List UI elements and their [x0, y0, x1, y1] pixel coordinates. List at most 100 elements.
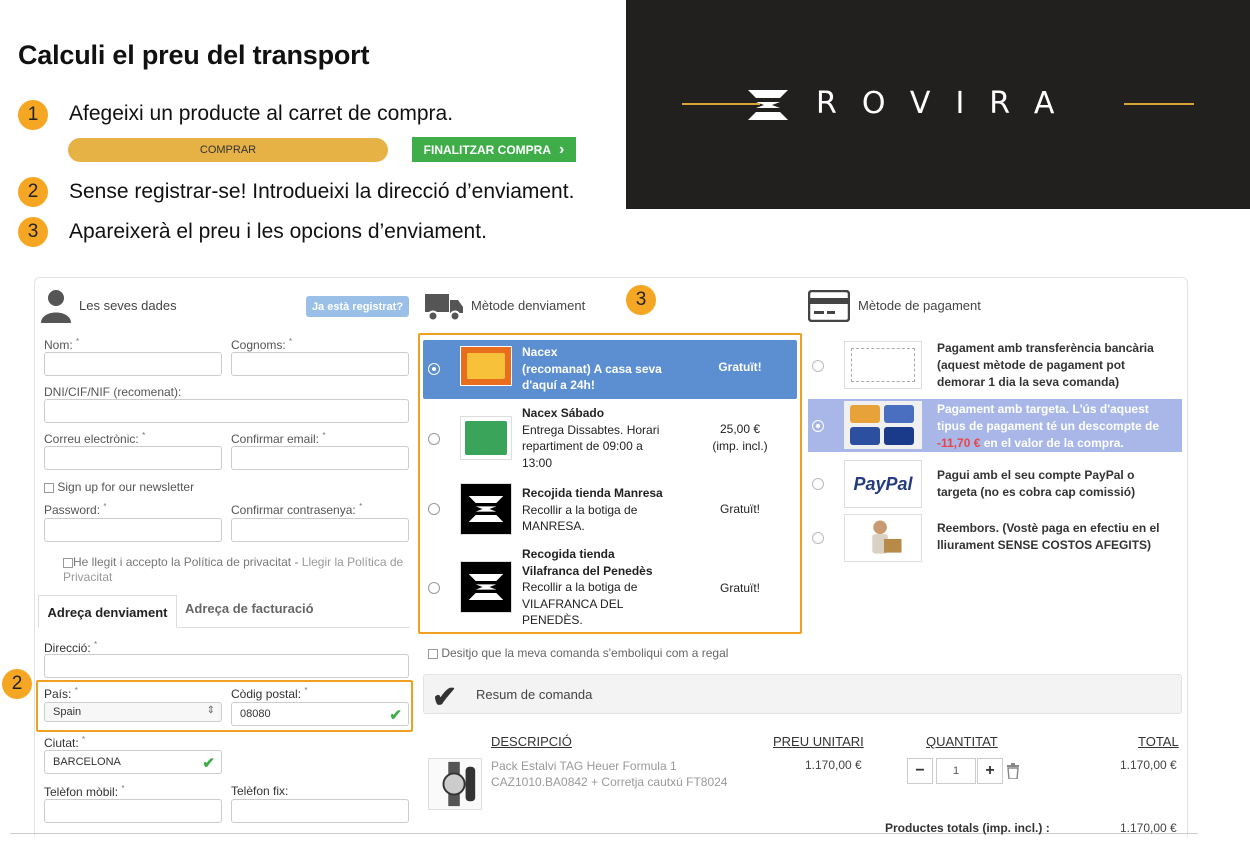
rovira-logo [460, 561, 512, 613]
quantity-decrease-button[interactable]: − [907, 758, 933, 784]
fix-label: Telèfon fix: [231, 784, 289, 798]
order-summary-title: Resum de comanda [476, 687, 593, 702]
product-description: Pack Estalvi TAG Heuer Formula 1 CAZ1010… [491, 759, 728, 789]
shipping-option-manresa[interactable]: Recojida tienda Manresa Recollir a la bo… [423, 481, 797, 537]
direccio-input[interactable] [44, 654, 409, 678]
shipping-name: Nacex Sábado [522, 406, 605, 420]
payment-option-transfer[interactable]: Pagament amb transferència bancària (aqu… [808, 338, 1182, 394]
bank-transfer-icon [844, 341, 922, 389]
shipping-price: 25,00 € (imp. incl.) [712, 422, 768, 453]
rovira-logo-icon [468, 574, 504, 600]
payment-radio[interactable] [812, 532, 824, 544]
products-total-value: 1.170,00 € [1120, 821, 1177, 835]
quantity-increase-button[interactable]: + [977, 758, 1003, 784]
user-icon [41, 290, 71, 323]
password-label: Password: * [44, 502, 107, 517]
discount-amount: -11,70 € [937, 436, 981, 450]
personal-data-header: Les seves dades [79, 298, 177, 313]
tab-divider [178, 627, 410, 628]
shipping-radio[interactable] [428, 363, 440, 375]
newsletter-row: Sign up for our newsletter [44, 480, 194, 494]
page-title: Calculi el preu del transport [18, 40, 370, 70]
password-input[interactable] [44, 518, 222, 542]
shipping-price: Gratuït! [719, 581, 760, 595]
payment-option-paypal[interactable]: PayPal Pagui amb el seu compte PayPal o … [808, 459, 1182, 509]
shipping-method-header: Mètode denviament [471, 298, 586, 313]
step-1-badge: 1 [18, 100, 48, 130]
shipping-option-nacex[interactable]: Nacex (recomanat) A casa seva d'aquí a 2… [423, 340, 797, 399]
step-3-text: Apareixerà el preu i les opcions d’envia… [69, 220, 487, 243]
email-label: Correu electrònic: * [44, 431, 146, 446]
pais-label: País: * [44, 686, 78, 701]
tab-billing-address[interactable]: Adreça de facturació [185, 601, 314, 616]
shipping-option-nacex-sabado[interactable]: Nacex Sábado Entrega Dissabtes. Horari r… [423, 403, 797, 473]
shipping-radio[interactable] [428, 582, 440, 594]
shipping-price: Gratuït! [718, 360, 762, 374]
col-quantity: QUANTITAT [926, 734, 998, 749]
nom-input[interactable] [44, 352, 222, 376]
select-arrows-icon: ⇕ [206, 705, 215, 716]
unit-price: 1.170,00 € [805, 758, 862, 772]
rovira-logo-icon [748, 90, 788, 120]
products-total-label: Productes totals (imp. incl.) : [885, 821, 1050, 835]
confirm-password-input[interactable] [231, 518, 409, 542]
valid-check-icon: ✔ [389, 707, 402, 724]
shipping-name: Recogida tienda [522, 547, 615, 561]
privacy-checkbox[interactable] [63, 557, 73, 568]
dni-input[interactable] [44, 399, 409, 423]
rovira-logo [460, 483, 512, 535]
quantity-input[interactable]: 1 [936, 758, 976, 784]
email-input[interactable] [44, 446, 222, 470]
already-registered-button[interactable]: Ja està registrat? [306, 296, 409, 317]
finalitzar-compra-label: FINALITZAR COMPRA [423, 142, 551, 157]
annotation-2-badge: 2 [2, 669, 32, 699]
direccio-label: Direcció: * [44, 640, 98, 655]
shipping-name: Recojida tienda Manresa [522, 486, 663, 500]
col-description: DESCRIPCIÓ [491, 734, 572, 749]
nacex-saturday-logo [460, 416, 512, 460]
mobil-input[interactable] [44, 799, 222, 823]
payment-radio[interactable] [812, 420, 824, 432]
confirm-password-label: Confirmar contrasenya: * [231, 502, 363, 517]
payment-option-card[interactable]: Pagament amb targeta. L'ús d'aquest tipu… [808, 399, 1182, 452]
gift-wrap-checkbox[interactable] [428, 648, 438, 659]
tab-shipping-address[interactable]: Adreça denviament [38, 595, 177, 628]
product-image[interactable] [428, 758, 482, 810]
line-total: 1.170,00 € [1120, 758, 1177, 772]
privacy-row: He llegit i accepto la Política de priva… [63, 555, 404, 584]
payment-radio[interactable] [812, 360, 824, 372]
checkmark-icon: ✔ [432, 681, 458, 714]
payment-radio[interactable] [812, 478, 824, 490]
dni-label: DNI/CIF/NIF (recomenat): [44, 385, 182, 399]
pais-select[interactable]: Spain ⇕ [44, 702, 222, 722]
payment-option-cod[interactable]: Reembors. (Vostè paga en efectiu en el l… [808, 513, 1182, 563]
cognoms-input[interactable] [231, 352, 409, 376]
nom-label: Nom: * [44, 337, 80, 352]
nacex-logo [460, 346, 512, 386]
banner-line-right [1124, 103, 1194, 105]
shipping-price: Gratuït! [719, 502, 760, 516]
payment-method-header: Mètode de pagament [858, 298, 981, 313]
mobil-label: Telèfon mòbil: * [44, 784, 125, 799]
fix-input[interactable] [231, 799, 409, 823]
col-unit-price: PREU UNITARI [773, 734, 864, 749]
newsletter-checkbox[interactable] [44, 482, 54, 493]
finalitzar-compra-button[interactable]: FINALITZAR COMPRA › [412, 137, 576, 162]
watch-icon [442, 761, 476, 807]
credit-cards-icon [844, 401, 922, 449]
annotation-3-badge: 3 [626, 285, 656, 315]
brand-name: ROVIRA [816, 86, 1080, 121]
ciutat-input[interactable]: BARCELONA ✔ [44, 750, 222, 774]
shipping-radio[interactable] [428, 433, 440, 445]
postal-code-input[interactable]: 08080 ✔ [231, 702, 409, 726]
step-3-badge: 3 [18, 217, 48, 247]
step-1-text: Afegeixi un producte al carret de compra… [69, 102, 454, 125]
confirm-email-input[interactable] [231, 446, 409, 470]
comprar-button[interactable]: COMPRAR [68, 138, 388, 162]
trash-icon[interactable] [1006, 763, 1020, 779]
paypal-logo: PayPal [844, 460, 922, 508]
shipping-option-vilafranca[interactable]: Recogida tienda Vilafranca del Penedès R… [423, 545, 797, 629]
rovira-logo-icon [468, 496, 504, 522]
shipping-radio[interactable] [428, 503, 440, 515]
ciutat-label: Ciutat: * [44, 735, 86, 750]
